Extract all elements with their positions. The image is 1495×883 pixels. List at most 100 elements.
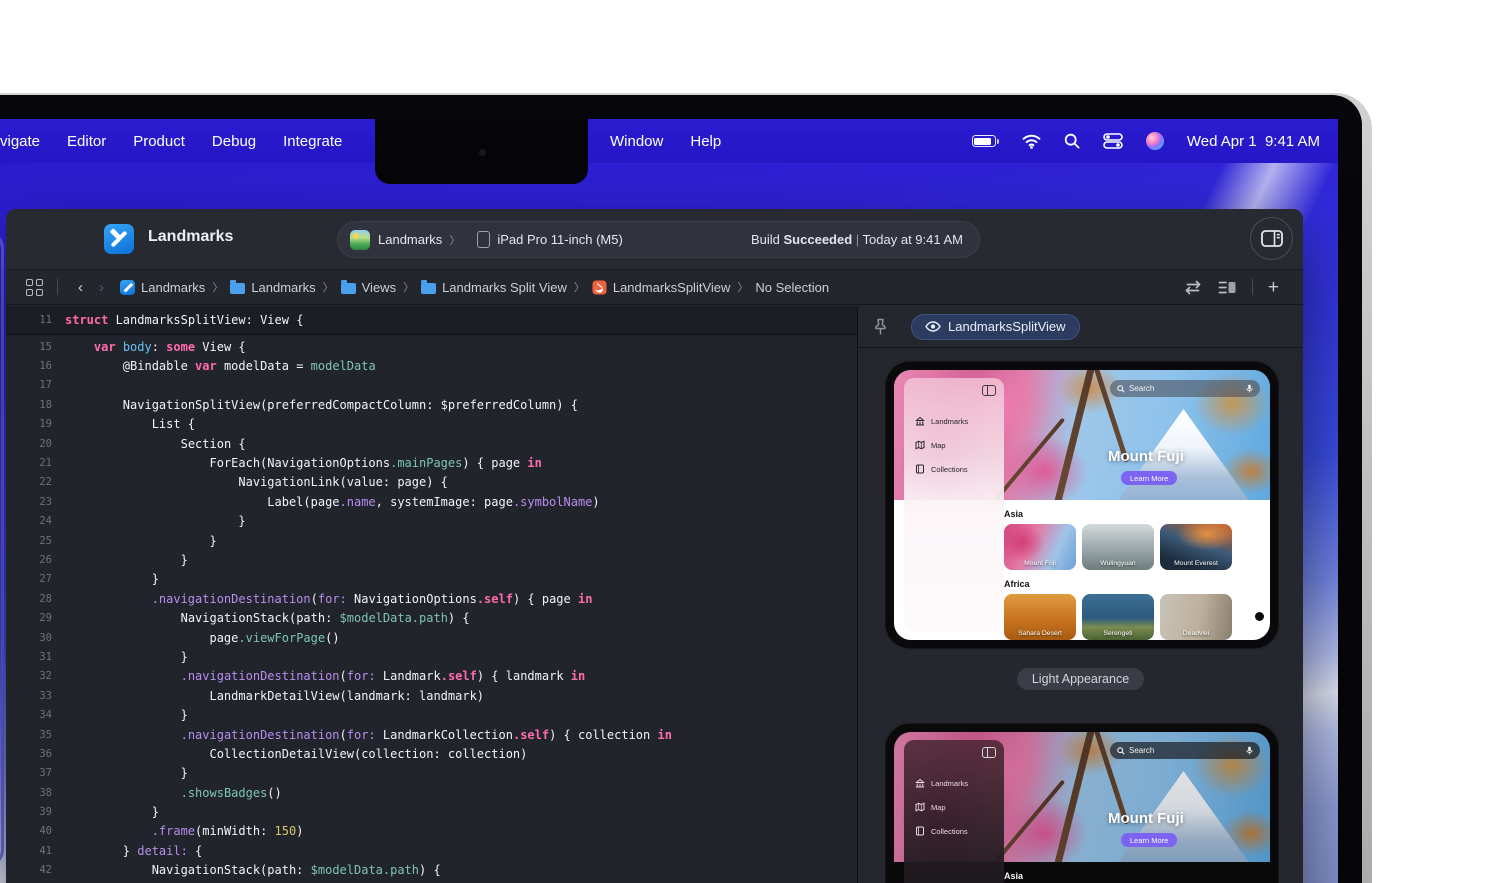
code-line[interactable]: 39} xyxy=(6,802,857,821)
sidebar-toggle-icon[interactable] xyxy=(982,385,996,396)
code-line[interactable]: 26} xyxy=(6,550,857,569)
code-line[interactable]: 11struct LandmarksSplitView: View { xyxy=(6,310,303,329)
code-line[interactable]: 16@Bindable var modelData = modelData xyxy=(6,356,857,375)
landmark-card[interactable]: Mount Fuji xyxy=(1004,524,1076,570)
code-text: page.viewForPage() xyxy=(65,631,340,645)
code-line[interactable]: 33LandmarkDetailView(landmark: landmark) xyxy=(6,686,857,705)
landmark-card[interactable]: Serengeti xyxy=(1082,594,1154,640)
sidebar-item-landmarks[interactable]: Landmarks xyxy=(915,778,1001,788)
menu-bar-clock[interactable]: Wed Apr 1 9:41 AM xyxy=(1187,133,1320,150)
breadcrumb-item[interactable]: LandmarksSplitView xyxy=(592,280,731,295)
sticky-declaration-line[interactable]: 11struct LandmarksSplitView: View { xyxy=(6,306,857,335)
code-line[interactable]: 32.navigationDestination(for: Landmark.s… xyxy=(6,667,857,686)
device-preview-dark[interactable]: SearchMount FujiLearn MoreAsiaMount Fuji… xyxy=(884,722,1280,883)
sidebar-item-label: Landmarks xyxy=(931,417,968,426)
code-token: modelData = xyxy=(217,359,311,373)
code-line[interactable]: 37} xyxy=(6,764,857,783)
menu-item-help[interactable]: Help xyxy=(690,133,721,150)
menu-item-vigate[interactable]: vigate xyxy=(0,133,40,150)
add-editor-icon[interactable]: + xyxy=(1268,278,1279,297)
breadcrumb-item[interactable]: Landmarks xyxy=(230,280,315,295)
swap-arrows-icon[interactable] xyxy=(1183,279,1203,295)
related-items-icon[interactable] xyxy=(26,279,43,296)
search-icon xyxy=(1117,747,1125,755)
code-line[interactable]: 15var body: some View { xyxy=(6,337,857,356)
sidebar-item-collections[interactable]: Collections xyxy=(915,464,1001,474)
battery-icon[interactable] xyxy=(972,135,999,147)
scheme-name[interactable]: Landmarks xyxy=(378,232,442,247)
sidebar-item-collections[interactable]: Collections xyxy=(915,826,1001,836)
control-center-icon[interactable] xyxy=(1103,133,1123,149)
code-line[interactable]: 27} xyxy=(6,570,857,589)
inspector-list-icon[interactable] xyxy=(1218,280,1237,295)
code-line[interactable]: 36CollectionDetailView(collection: colle… xyxy=(6,744,857,763)
code-line[interactable]: 20Section { xyxy=(6,434,857,453)
code-line[interactable]: 35.navigationDestination(for: LandmarkCo… xyxy=(6,725,857,744)
code-token: for: xyxy=(318,592,347,606)
line-number: 18 xyxy=(6,399,52,411)
learn-more-button[interactable]: Learn More xyxy=(1121,833,1177,847)
landmark-card[interactable]: Wulingyuan xyxy=(1082,524,1154,570)
code-line[interactable]: 21ForEach(NavigationOptions.mainPages) {… xyxy=(6,453,857,472)
mic-icon[interactable] xyxy=(1246,746,1253,755)
build-status[interactable]: Build Succeeded | Today at 9:41 AM xyxy=(751,232,963,247)
menu-item-debug[interactable]: Debug xyxy=(212,133,256,150)
toolbar-center-pill[interactable]: Landmarks 〉 iPad Pro 11-inch (M5) Build … xyxy=(337,221,980,258)
run-destination[interactable]: iPad Pro 11-inch (M5) xyxy=(497,232,622,247)
editor-layout-button[interactable] xyxy=(1250,217,1293,260)
preview-tab[interactable]: LandmarksSplitView xyxy=(911,314,1080,340)
code-token: var xyxy=(94,340,116,354)
line-number: 24 xyxy=(6,515,52,527)
sidebar-item-map[interactable]: Map xyxy=(915,440,1001,450)
code-line[interactable]: 31} xyxy=(6,647,857,666)
menu-item-integrate[interactable]: Integrate xyxy=(283,133,342,150)
breadcrumb-item[interactable]: Landmarks xyxy=(120,280,205,295)
code-line[interactable]: 40.frame(minWidth: 150) xyxy=(6,822,857,841)
landmarks-app-icon xyxy=(350,230,370,250)
code-token: } xyxy=(238,514,245,528)
search-icon[interactable] xyxy=(1064,133,1080,149)
chevron-right-icon: 〉 xyxy=(323,279,334,295)
pin-icon[interactable] xyxy=(872,318,889,336)
siri-icon[interactable] xyxy=(1146,132,1164,150)
breadcrumb-item[interactable]: No Selection xyxy=(755,280,829,295)
landmark-card[interactable]: Sahara Desert xyxy=(1004,594,1076,640)
search-field[interactable]: Search xyxy=(1110,380,1260,397)
learn-more-button[interactable]: Learn More xyxy=(1121,471,1177,485)
code-line[interactable]: 34} xyxy=(6,705,857,724)
breadcrumb-item[interactable]: Landmarks Split View xyxy=(421,280,567,295)
mic-icon[interactable] xyxy=(1246,384,1253,393)
wifi-icon[interactable] xyxy=(1022,134,1041,149)
sidebar-item-map[interactable]: Map xyxy=(915,802,1001,812)
landmark-card[interactable]: Deadvlei xyxy=(1160,594,1232,640)
code-line[interactable]: 18NavigationSplitView(preferredCompactCo… xyxy=(6,395,857,414)
code-token: detail: xyxy=(137,844,188,858)
device-preview-light[interactable]: SearchMount FujiLearn MoreAsiaMount Fuji… xyxy=(884,360,1280,650)
landmark-card[interactable]: Mount Everest xyxy=(1160,524,1232,570)
back-button[interactable]: ‹ xyxy=(70,279,91,296)
preview-canvas: LandmarksSplitView SearchMount FujiLearn… xyxy=(858,306,1303,883)
breadcrumb-item[interactable]: Views xyxy=(341,280,396,295)
sidebar-item-landmarks[interactable]: Landmarks xyxy=(915,416,1001,426)
code-text: } detail: { xyxy=(65,844,202,858)
code-line[interactable]: 19List { xyxy=(6,415,857,434)
code-line[interactable]: 30page.viewForPage() xyxy=(6,628,857,647)
code-line[interactable]: 41} detail: { xyxy=(6,841,857,860)
menu-item-product[interactable]: Product xyxy=(133,133,185,150)
code-line[interactable]: 22NavigationLink(value: page) { xyxy=(6,473,857,492)
forward-button[interactable]: › xyxy=(91,279,112,296)
code-line[interactable]: 23Label(page.name, systemImage: page.sym… xyxy=(6,492,857,511)
sidebar-toggle-icon[interactable] xyxy=(982,747,996,758)
search-field[interactable]: Search xyxy=(1110,742,1260,759)
code-line[interactable]: 29NavigationStack(path: $modelData.path)… xyxy=(6,608,857,627)
code-line[interactable]: 42NavigationStack(path: $modelData.path)… xyxy=(6,861,857,880)
background-window-edge xyxy=(0,229,4,869)
code-line[interactable]: 17 xyxy=(6,376,857,395)
sidebar-items: Landmarks Map Collections xyxy=(915,778,1001,836)
code-line[interactable]: 38.showsBadges() xyxy=(6,783,857,802)
code-line[interactable]: 25} xyxy=(6,531,857,550)
menu-item-editor[interactable]: Editor xyxy=(67,133,106,150)
code-line[interactable]: 28.navigationDestination(for: Navigation… xyxy=(6,589,857,608)
menu-item-window[interactable]: Window xyxy=(610,133,663,150)
code-line[interactable]: 24} xyxy=(6,512,857,531)
